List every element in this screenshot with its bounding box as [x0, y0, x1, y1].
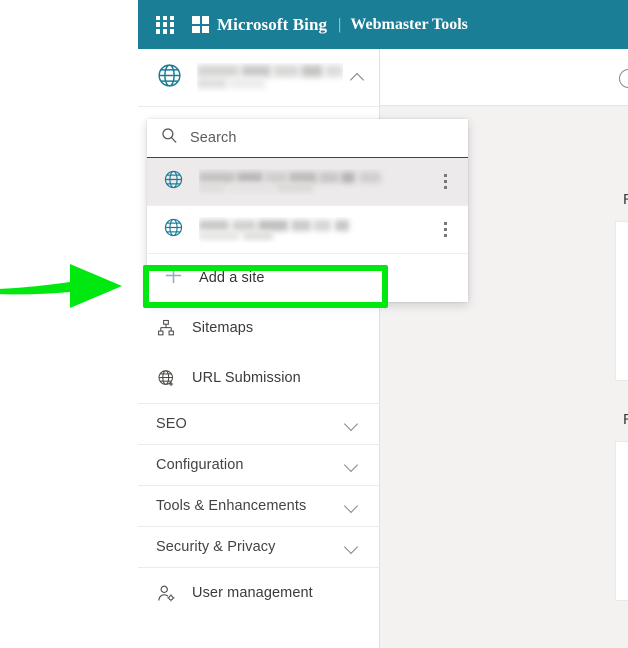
site-name-redacted: [199, 217, 434, 243]
chevron-up-icon[interactable]: [351, 71, 365, 85]
sidebar-item-label: Sitemaps: [192, 320, 254, 336]
microsoft-logo-icon: [192, 16, 209, 33]
chevron-down-icon[interactable]: [343, 498, 359, 514]
user-gear-icon: [156, 583, 176, 603]
app-header: Microsoft Bing | Webmaster Tools: [138, 0, 628, 49]
site-name-redacted: [197, 63, 343, 93]
brand-name: Microsoft Bing: [217, 14, 328, 34]
page-left-gutter: [0, 0, 138, 648]
sidebar-section-security-privacy[interactable]: Security & Privacy: [138, 526, 379, 567]
screenshot-root: R R Microsoft Bing | Webmaster Tools: [0, 0, 628, 648]
sidebar-section-seo[interactable]: SEO: [138, 403, 379, 444]
more-vertical-icon[interactable]: [434, 171, 456, 193]
sidebar-section-configuration[interactable]: Configuration: [138, 444, 379, 485]
add-a-site-button[interactable]: Add a site: [147, 254, 468, 302]
sitemap-icon: [156, 318, 176, 338]
dropdown-site-row-1[interactable]: [147, 158, 468, 206]
globe-icon: [163, 169, 184, 195]
more-vertical-icon[interactable]: [434, 219, 456, 241]
sidebar-item-url-submission[interactable]: URL Submission: [138, 353, 379, 403]
globe-icon: [156, 62, 183, 94]
content-heading-2: R: [623, 411, 628, 428]
globe-icon: [163, 217, 184, 243]
site-name-redacted: [199, 169, 434, 195]
chevron-down-icon[interactable]: [343, 416, 359, 432]
site-selector-button[interactable]: [138, 49, 379, 107]
sidebar-section-label: Tools & Enhancements: [156, 498, 307, 514]
sidebar-item-label: URL Submission: [192, 370, 301, 386]
dropdown-site-row-2[interactable]: [147, 206, 468, 254]
chevron-down-icon[interactable]: [343, 539, 359, 555]
sidebar-section-label: SEO: [156, 416, 187, 432]
site-dropdown-panel: Search Add a site: [147, 119, 468, 302]
add-a-site-label: Add a site: [199, 270, 265, 286]
search-input[interactable]: Search: [147, 119, 468, 158]
sidebar-item-user-management[interactable]: User management: [138, 568, 379, 618]
content-card-2: [615, 441, 628, 601]
help-circle-icon[interactable]: [619, 69, 628, 88]
content-heading-1: R: [623, 191, 628, 208]
plus-icon: [163, 265, 184, 291]
search-placeholder: Search: [190, 130, 237, 146]
sidebar-section-tools-enhancements[interactable]: Tools & Enhancements: [138, 485, 379, 526]
brand-separator: |: [338, 15, 342, 33]
sidebar-section-label: Security & Privacy: [156, 539, 276, 555]
sidebar-section-label: Configuration: [156, 457, 244, 473]
content-topbar: [380, 49, 628, 106]
content-card-1: [615, 221, 628, 381]
sidebar-item-sitemaps[interactable]: Sitemaps: [138, 303, 379, 353]
waffle-grid-icon[interactable]: [156, 15, 174, 34]
chevron-down-icon[interactable]: [343, 457, 359, 473]
sidebar-item-label: User management: [192, 585, 313, 601]
product-name: Webmaster Tools: [350, 15, 468, 33]
globe-plus-icon: [156, 368, 176, 388]
search-icon: [161, 127, 178, 149]
